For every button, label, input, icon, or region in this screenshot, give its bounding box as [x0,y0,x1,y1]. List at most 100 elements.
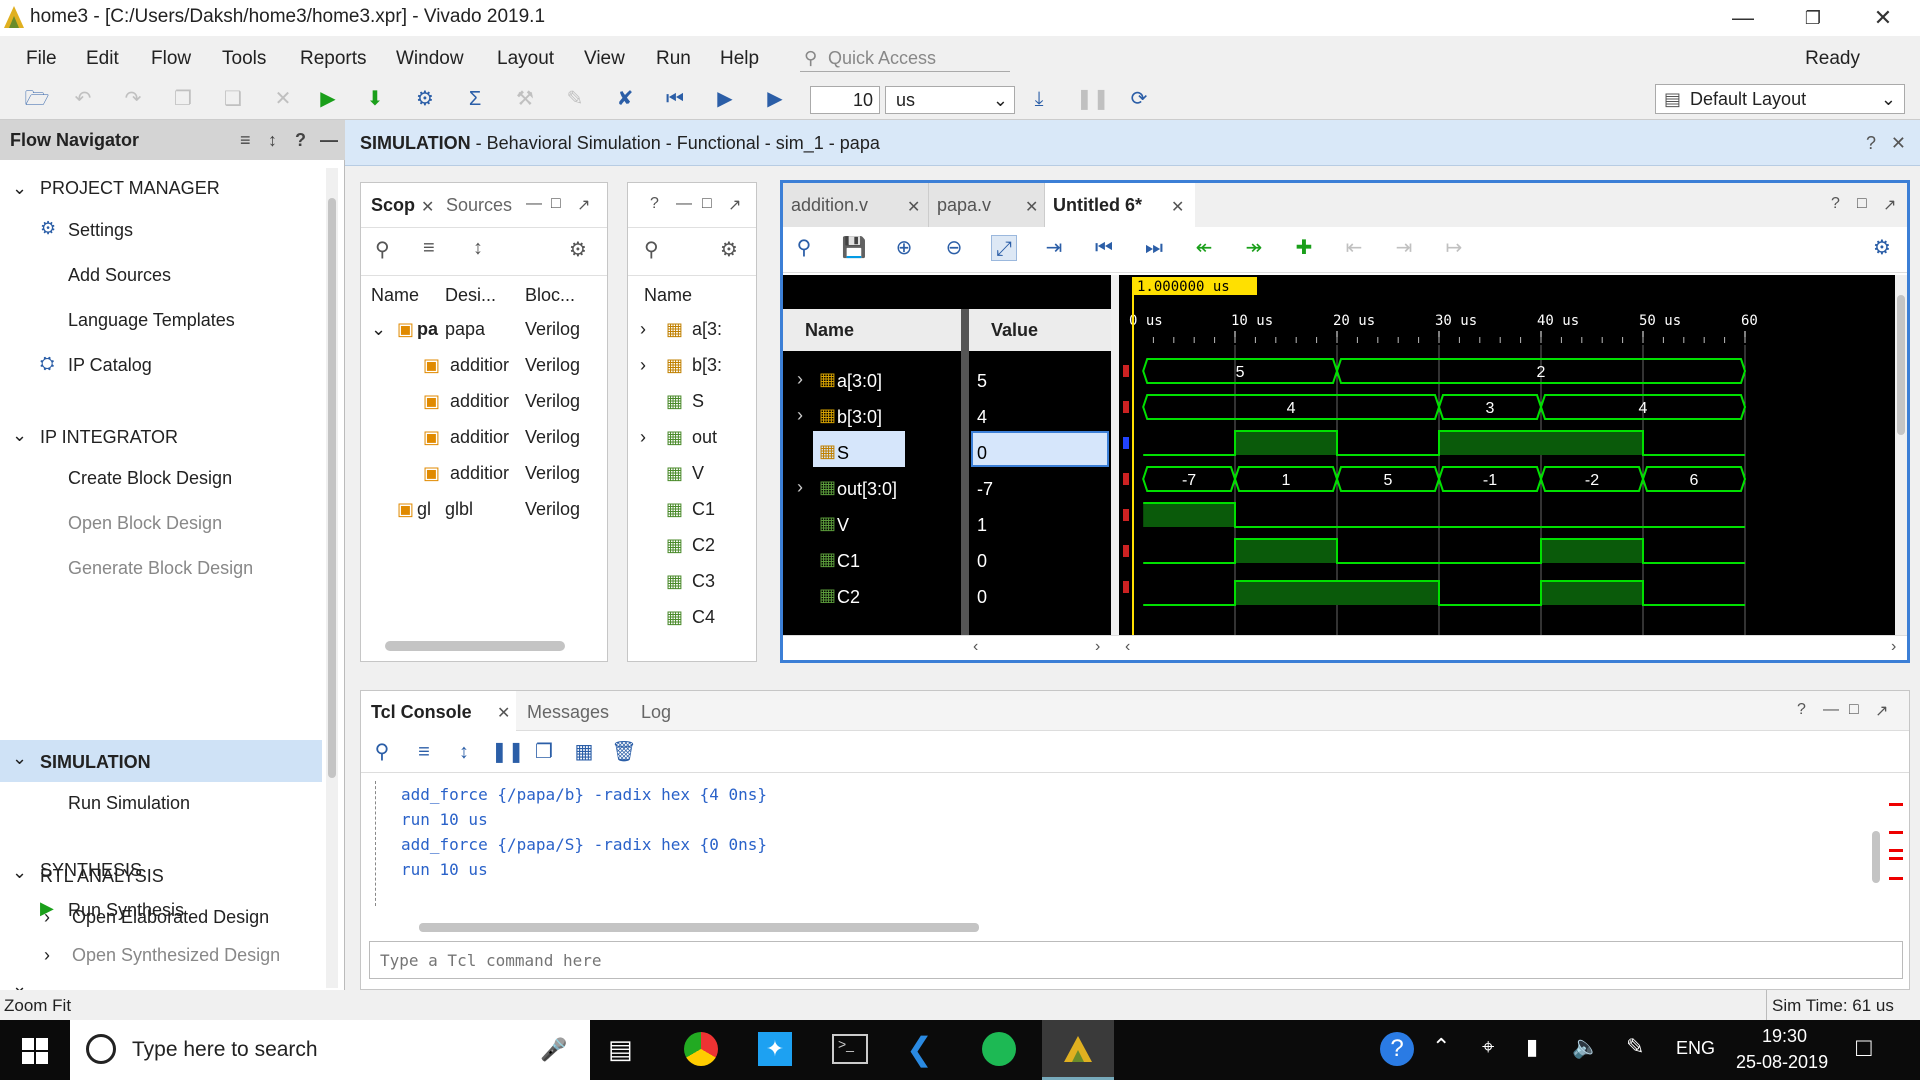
tab-addition[interactable]: addition.v ✕ [783,183,929,227]
col-name[interactable]: Name [371,285,419,306]
signal-name[interactable]: out[3:0] [837,479,897,500]
tab-sources[interactable]: Sources [446,195,512,216]
object-row[interactable]: C2 [692,535,715,556]
taskbar-search-box[interactable]: Type here to search 🎤 [70,1020,590,1080]
search-icon[interactable]: ⚲ [791,235,817,261]
goto-end-icon[interactable]: ⏭ [1141,235,1167,261]
menu-window[interactable]: Window [396,48,464,70]
menu-layout[interactable]: Layout [497,48,554,70]
section-ip-integrator[interactable]: IP INTEGRATOR [40,427,178,448]
minimize-panel-icon[interactable]: — [1823,701,1839,719]
chevron-left-icon[interactable]: ‹ [973,638,978,656]
signal-name[interactable]: C1 [837,551,860,572]
object-row[interactable]: V [692,463,704,484]
collapse-all-icon[interactable]: ≡ [411,739,437,765]
goto-cursor-icon[interactable]: ⇥ [1041,235,1067,261]
chevron-down-icon[interactable]: ⌄ [12,862,27,883]
section-synthesis[interactable]: SYNTHESIS [40,860,142,881]
chevron-down-icon[interactable]: ⌄ [12,178,27,199]
volume-icon[interactable]: 🔈 [1572,1034,1599,1060]
object-row[interactable]: out [692,427,717,448]
menu-run[interactable]: Run [656,48,691,70]
program-device-icon[interactable]: ⬇ [362,86,388,112]
pen-icon[interactable]: ✎ [1626,1034,1644,1060]
close-icon[interactable]: ✕ [1171,197,1184,217]
chevron-right-icon[interactable]: › [797,369,803,390]
sigma-icon[interactable]: Σ [462,86,488,112]
maximize-panel-icon[interactable]: □ [551,195,561,213]
copy-icon[interactable]: ❐ [531,739,557,765]
nav-settings[interactable]: Settings [68,220,133,241]
chevron-right-icon[interactable]: › [44,945,50,966]
minimize-panel-icon[interactable]: — [676,195,692,213]
menu-help[interactable]: Help [720,48,759,70]
float-panel-icon[interactable]: ↗ [577,195,590,215]
delete-icon[interactable]: ✕ [270,86,296,112]
minimize-panel-icon[interactable]: — [320,120,338,160]
run-for-icon[interactable]: ▶ [762,86,788,112]
chrome-icon[interactable] [684,1032,718,1066]
section-simulation[interactable]: SIMULATION [40,752,151,773]
clock-date[interactable]: 25-08-2019 [1736,1052,1828,1073]
goto-start-icon[interactable]: ⏮ [1091,235,1117,261]
minimize-button[interactable]: — [1713,2,1773,34]
scope-row-design[interactable]: papa [445,319,485,340]
chevron-down-icon[interactable]: ⌄ [12,748,27,769]
redo-icon[interactable]: ↷ [120,86,146,112]
run-icon[interactable]: ▶ [315,86,341,112]
layout-select[interactable]: ▤ Default Layout ⌄ [1655,84,1905,114]
scope-row-design[interactable]: additior [450,427,509,448]
nav-language-templates[interactable]: Language Templates [68,310,235,331]
microphone-icon[interactable]: 🎤 [540,1020,567,1080]
menu-reports[interactable]: Reports [300,48,367,70]
restart-icon[interactable]: ⏮ [662,86,688,112]
maximize-panel-icon[interactable]: □ [1857,195,1867,213]
close-icon[interactable]: ✕ [497,703,510,723]
scrollbar-thumb[interactable] [328,198,336,778]
swap-cursors-icon[interactable]: ↦ [1441,235,1467,261]
zoom-fit-icon[interactable]: ⤢ [991,235,1017,261]
console-hscroll[interactable] [399,921,1549,933]
nav-generate-block-design[interactable]: Generate Block Design [68,558,253,579]
settings-gear-icon[interactable]: ⚙ [412,86,438,112]
expand-all-icon[interactable]: ↕ [268,120,277,160]
tab-papa[interactable]: papa.v ✕ [929,183,1045,227]
object-row[interactable]: b[3: [692,355,722,376]
clock-time[interactable]: 19:30 [1762,1026,1807,1047]
signal-name[interactable]: C2 [837,587,860,603]
signal-name[interactable]: S [837,443,849,464]
pencil-icon[interactable]: ✎ [562,86,588,112]
chevron-down-icon[interactable]: ⌄ [12,425,27,446]
chevron-right-icon[interactable]: › [640,355,646,376]
col-name[interactable]: Name [644,285,692,306]
tab-scope[interactable]: Scop [371,195,415,216]
copy-icon[interactable]: ❐ [170,86,196,112]
float-panel-icon[interactable]: ↗ [728,195,741,215]
menu-view[interactable]: View [584,48,625,70]
windows-start-icon[interactable] [22,1038,48,1064]
horizontal-scrollbar[interactable] [385,641,565,651]
object-row[interactable]: C4 [692,607,715,628]
tab-messages[interactable]: Messages [527,702,609,723]
language-indicator[interactable]: ENG [1676,1038,1715,1059]
help-tray-icon[interactable]: ? [1380,1032,1414,1066]
waveform-canvas[interactable]: 0 us 10 us 20 us 30 us 40 us 50 us 60 5 2 4 3 4 -7 1… [1119,275,1895,635]
float-panel-icon[interactable]: ↗ [1875,701,1888,721]
close-icon[interactable]: ✕ [1891,120,1906,166]
scope-row-design[interactable]: additior [450,355,509,376]
close-window-button[interactable]: ✕ [1853,2,1913,34]
paste-icon[interactable]: ❑ [220,86,246,112]
zoom-in-icon[interactable]: ⊕ [891,235,917,261]
scope-row-design[interactable]: additior [450,391,509,412]
nav-run-simulation[interactable]: Run Simulation [68,793,190,814]
expand-all-icon[interactable]: ↕ [451,739,477,765]
battery-icon[interactable]: ▮ [1526,1034,1538,1060]
chevron-right-icon[interactable]: › [1891,638,1896,656]
nav-create-block-design[interactable]: Create Block Design [68,468,232,489]
scope-row-name[interactable]: gl [417,499,431,520]
undo-icon[interactable]: ↶ [70,86,96,112]
save-icon[interactable]: 💾 [841,235,867,261]
help-icon[interactable]: ? [650,195,659,213]
vscode-icon[interactable]: ❮ [906,1030,933,1068]
collapse-all-icon[interactable]: ≡ [240,120,251,160]
